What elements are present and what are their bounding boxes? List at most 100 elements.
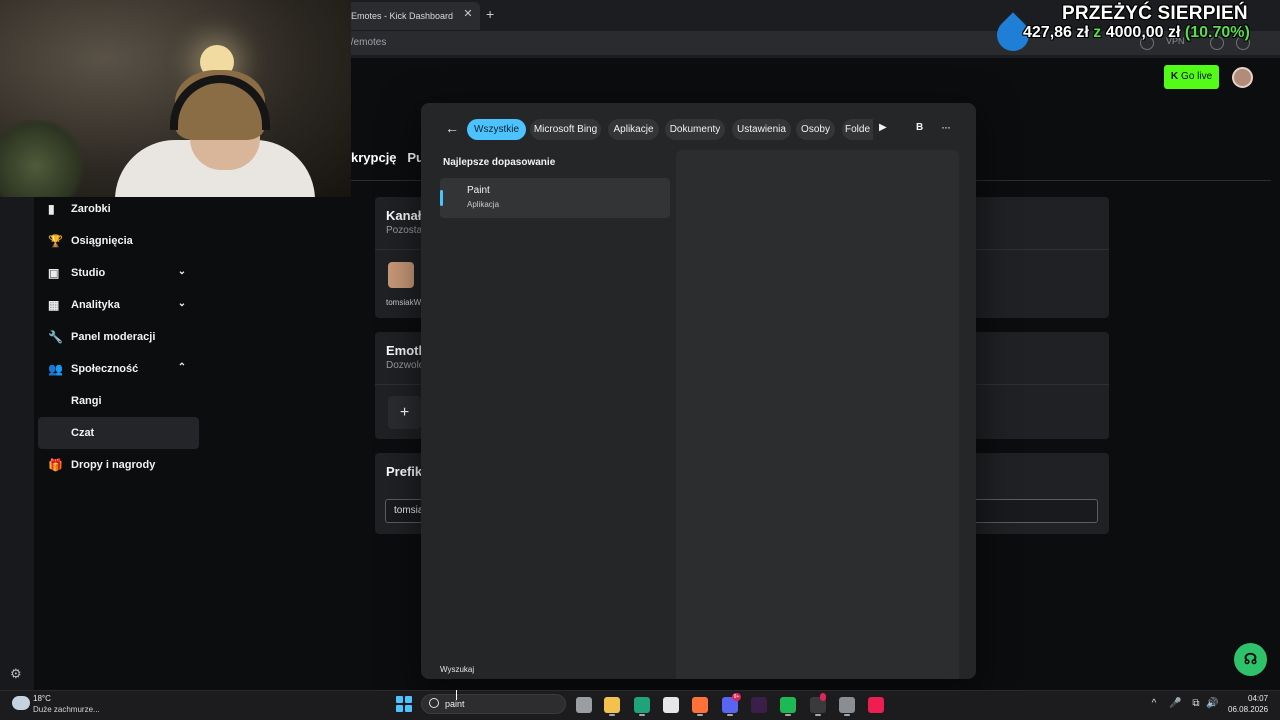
- filter-bing[interactable]: Microsoft Bing: [530, 119, 601, 140]
- cloud-icon[interactable]: [12, 696, 30, 710]
- running-indicator: [697, 714, 703, 716]
- clock-date[interactable]: 06.08.2026: [1228, 705, 1268, 714]
- running-indicator: [815, 714, 821, 716]
- nav-label: Społeczność: [71, 363, 139, 375]
- nav-label: Zarobki: [71, 203, 111, 215]
- filter-settings[interactable]: Ustawienia: [732, 119, 791, 140]
- avatar[interactable]: [1232, 67, 1253, 88]
- emote-image[interactable]: [388, 262, 414, 288]
- add-emote-button[interactable]: +: [388, 396, 421, 429]
- community-icon: 👥: [48, 362, 63, 376]
- store-icon[interactable]: [663, 697, 679, 713]
- discord-badge: 9+: [732, 693, 741, 701]
- search-result[interactable]: [440, 178, 670, 218]
- best-match-heading: Najlepsze dopasowanie: [443, 157, 556, 168]
- settings-icon[interactable]: [839, 697, 855, 713]
- nav-label: Panel moderacji: [71, 331, 156, 343]
- next-icon[interactable]: [751, 697, 767, 713]
- taskbar-search-input[interactable]: [421, 694, 566, 714]
- chevron-down-icon[interactable]: ⌄: [175, 265, 189, 279]
- network-icon[interactable]: ⧉: [1190, 697, 1202, 711]
- result-type: Aplikacja: [467, 200, 500, 209]
- nav-label: Osiągnięcia: [71, 235, 133, 247]
- firefox-icon[interactable]: [692, 697, 708, 713]
- microphone-icon[interactable]: 🎤: [1169, 697, 1181, 711]
- result-name: Paint: [467, 185, 490, 196]
- card-title: Kanał: [386, 208, 422, 223]
- goal-progress: 427,86 zł z 4000,00 zł (10.70%): [1023, 24, 1250, 42]
- obs-badge: [820, 693, 826, 701]
- go-live-button[interactable]: K Go live: [1164, 65, 1219, 89]
- tiktok-icon[interactable]: [868, 697, 884, 713]
- nav-item-czat[interactable]: Czat: [38, 417, 199, 449]
- side-rail: [0, 197, 34, 690]
- nav-item-panel-moderacji[interactable]: 🔧 Panel moderacji: [38, 321, 199, 353]
- running-indicator: [844, 714, 850, 716]
- goal-of: z: [1093, 24, 1102, 41]
- spotify-icon[interactable]: [780, 697, 796, 713]
- support-icon[interactable]: ☊: [1234, 643, 1267, 676]
- nav-item-studio[interactable]: ▣ Studio ⌄: [38, 257, 199, 289]
- file-explorer-icon[interactable]: [604, 697, 620, 713]
- emote-name: tomsiakW: [386, 298, 422, 307]
- text-cursor-icon: [456, 690, 461, 700]
- more-icon[interactable]: ···: [941, 120, 955, 134]
- scroll-right-icon[interactable]: ▶: [879, 122, 891, 136]
- tray-chevron-icon[interactable]: ^: [1148, 697, 1160, 711]
- chevron-up-icon[interactable]: ⌃: [175, 361, 189, 375]
- close-tab-icon[interactable]: ✕: [462, 8, 474, 20]
- account-icon[interactable]: B: [916, 122, 928, 136]
- nav-item-rangi[interactable]: Rangi: [38, 385, 199, 417]
- selection-indicator: [440, 190, 443, 206]
- studio-icon: ▣: [48, 266, 60, 280]
- filter-all[interactable]: Wszystkie: [467, 119, 526, 140]
- chevron-down-icon[interactable]: ⌄: [175, 297, 189, 311]
- card-title: Emotk: [386, 343, 426, 358]
- gear-icon[interactable]: ⚙: [10, 667, 24, 681]
- edge-icon[interactable]: [634, 697, 650, 713]
- nav-label: Rangi: [71, 395, 102, 407]
- clock-time[interactable]: 04:07: [1248, 694, 1268, 703]
- preview-pane: [676, 150, 959, 679]
- wrench-icon: 🔧: [48, 330, 63, 344]
- nav-label: Studio: [71, 267, 106, 279]
- filter-people[interactable]: Osoby: [796, 119, 835, 140]
- nav-item-analityka[interactable]: ▦ Analityka ⌄: [38, 289, 199, 321]
- running-indicator: [639, 714, 645, 716]
- nav-item-osiagniecia[interactable]: 🏆 Osiągnięcia: [38, 225, 199, 257]
- taskbar-search-text: paint: [445, 699, 465, 709]
- go-live-label: Go live: [1181, 71, 1213, 82]
- weather-description[interactable]: Duże zachmurze...: [33, 705, 100, 714]
- volume-icon[interactable]: 🔊: [1206, 697, 1218, 711]
- nav-item-dropy[interactable]: 🎁 Dropy i nagrody: [38, 449, 199, 481]
- gift-icon: 🎁: [48, 458, 63, 472]
- card-subtitle: Pozosta: [386, 225, 423, 236]
- browser-tab[interactable]: Emotes - Kick Dashboard: [344, 2, 480, 30]
- running-indicator: [609, 714, 615, 716]
- filter-folders[interactable]: Folde: [842, 119, 873, 140]
- windows-start-icon[interactable]: [396, 696, 412, 712]
- wallet-icon: ▮: [48, 202, 55, 216]
- webcam-plant: [0, 120, 90, 197]
- new-tab-button[interactable]: +: [486, 6, 500, 22]
- tab-bar[interactable]: krypcję Pun: [351, 150, 432, 180]
- trophy-icon: 🏆: [48, 234, 63, 248]
- running-indicator: [727, 714, 733, 716]
- nav-item-spolecznosc[interactable]: 👥 Społeczność ⌃: [38, 353, 199, 385]
- search-icon: [429, 698, 439, 708]
- kick-icon: K: [1170, 71, 1179, 82]
- running-indicator: [785, 714, 791, 716]
- task-view-icon[interactable]: [576, 697, 592, 713]
- filter-documents[interactable]: Dokumenty: [665, 119, 725, 140]
- webcam-feed: [0, 0, 351, 197]
- weather-temperature[interactable]: 18°C: [33, 694, 51, 703]
- back-arrow-icon[interactable]: ←: [445, 120, 461, 136]
- search-footer: Wyszukaj: [440, 665, 475, 674]
- card-subtitle: Dozwolo: [386, 360, 425, 371]
- goal-percent: (10.70%): [1184, 24, 1250, 41]
- goal-target: 4000,00 zł: [1105, 24, 1181, 41]
- filter-apps[interactable]: Aplikacje: [608, 119, 659, 140]
- nav-label: Analityka: [71, 299, 120, 311]
- nav-item-zarobki[interactable]: ▮ Zarobki: [38, 193, 199, 225]
- tab-title: Emotes - Kick Dashboard: [351, 11, 454, 21]
